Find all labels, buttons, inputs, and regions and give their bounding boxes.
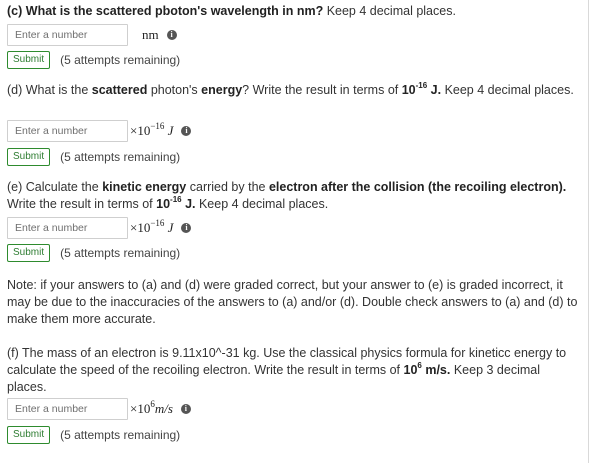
question-e-t3: Write the result in terms of <box>7 197 157 211</box>
question-d-power-base: 10 <box>401 83 416 97</box>
submit-button-e[interactable]: Submit <box>7 244 51 262</box>
unit-e: ×10−16 J <box>130 217 174 236</box>
unit-d-times: ×10 <box>130 123 151 138</box>
question-f-power-base: 10 <box>403 363 418 377</box>
note-text: Note: if your answers to (a) and (d) wer… <box>7 278 578 326</box>
unit-d: ×10−16 J <box>130 120 174 139</box>
question-e-t1: (e) Calculate the <box>7 180 103 194</box>
info-icon[interactable]: i <box>181 126 192 136</box>
question-d-text: (d) What is the scattered photon's energ… <box>7 80 579 99</box>
unit-e-symbol: J <box>167 220 174 235</box>
question-e-b1: kinetic energy <box>102 180 187 194</box>
answer-row-e: ×10−16 J i <box>7 217 192 239</box>
attempts-remaining-d: (5 attempts remaining) <box>60 150 181 164</box>
info-icon[interactable]: i <box>180 404 191 414</box>
question-f-power-unit: m/s. <box>421 363 451 377</box>
unit-d-exp: −16 <box>150 120 165 131</box>
answer-input-f[interactable] <box>7 398 128 420</box>
unit-e-exp: −16 <box>150 217 165 228</box>
question-e-t2: carried by the <box>186 180 269 194</box>
unit-f-symbol: m/s <box>154 401 173 416</box>
question-e-text: (e) Calculate the kinetic energy carried… <box>7 179 579 213</box>
unit-e-times: ×10 <box>130 220 151 235</box>
question-d-power-unit: J. <box>427 83 442 97</box>
question-c-bold: What is the scattered pboton's wavelengt… <box>25 4 324 18</box>
answer-row-f: ×106m/s i <box>7 398 191 420</box>
info-icon[interactable]: i <box>181 223 192 233</box>
submit-button-d[interactable]: Submit <box>7 148 51 166</box>
unit-d-symbol: J <box>167 123 174 138</box>
info-icon[interactable]: i <box>166 30 177 40</box>
unit-c: nm <box>142 27 159 42</box>
question-c-label: (c) <box>7 4 23 18</box>
question-c-text: (c) What is the scattered pboton's wavel… <box>7 3 579 20</box>
question-d-t1: (d) What is the <box>7 83 92 97</box>
question-e-power-base: 10 <box>156 197 171 211</box>
unit-f-times: ×10 <box>130 401 151 416</box>
question-e-t4: Keep 4 decimal places. <box>195 197 329 211</box>
submit-row-d: Submit (5 attempts remaining) <box>7 148 180 166</box>
question-f-power: 106 m/s. <box>403 360 451 377</box>
attempts-remaining-e: (5 attempts remaining) <box>60 246 181 260</box>
answer-input-d[interactable] <box>7 120 128 142</box>
submit-button-c[interactable]: Submit <box>7 51 51 69</box>
answer-row-c: nm i <box>7 24 177 46</box>
submit-button-f[interactable]: Submit <box>7 426 51 444</box>
homework-page: (c) What is the scattered pboton's wavel… <box>0 0 589 463</box>
unit-f: ×106m/s <box>130 398 173 417</box>
question-c-rest: Keep 4 decimal places. <box>323 4 456 18</box>
question-f-power-exp: 6 <box>417 360 422 370</box>
question-d-power-exp: -16 <box>415 80 428 90</box>
question-d-b2: energy <box>201 83 243 97</box>
unit-f-exp: 6 <box>150 398 155 409</box>
question-d-b1: scattered <box>91 83 148 97</box>
question-d-power: 10-16 J. <box>401 80 442 97</box>
question-e-power-unit: J. <box>181 197 196 211</box>
attempts-remaining-f: (5 attempts remaining) <box>60 428 181 442</box>
question-d-t3: ? Write the result in terms of <box>242 83 402 97</box>
attempts-remaining-c: (5 attempts remaining) <box>60 53 181 67</box>
question-d-t4: Keep 4 decimal places. <box>441 83 574 97</box>
answer-input-c[interactable] <box>7 24 128 46</box>
question-f-text: (f) The mass of an electron is 9.11x10^-… <box>7 345 579 396</box>
question-d-t2: photon's <box>147 83 202 97</box>
answer-row-d: ×10−16 J i <box>7 120 192 142</box>
question-e-power: 10-16 J. <box>156 194 196 211</box>
question-e-power-exp: -16 <box>170 194 182 204</box>
submit-row-c: Submit (5 attempts remaining) <box>7 51 180 69</box>
submit-row-e: Submit (5 attempts remaining) <box>7 244 180 262</box>
answer-input-e[interactable] <box>7 217 128 239</box>
question-e-b2: electron after the collision (the recoil… <box>268 180 567 194</box>
submit-row-f: Submit (5 attempts remaining) <box>7 426 180 444</box>
